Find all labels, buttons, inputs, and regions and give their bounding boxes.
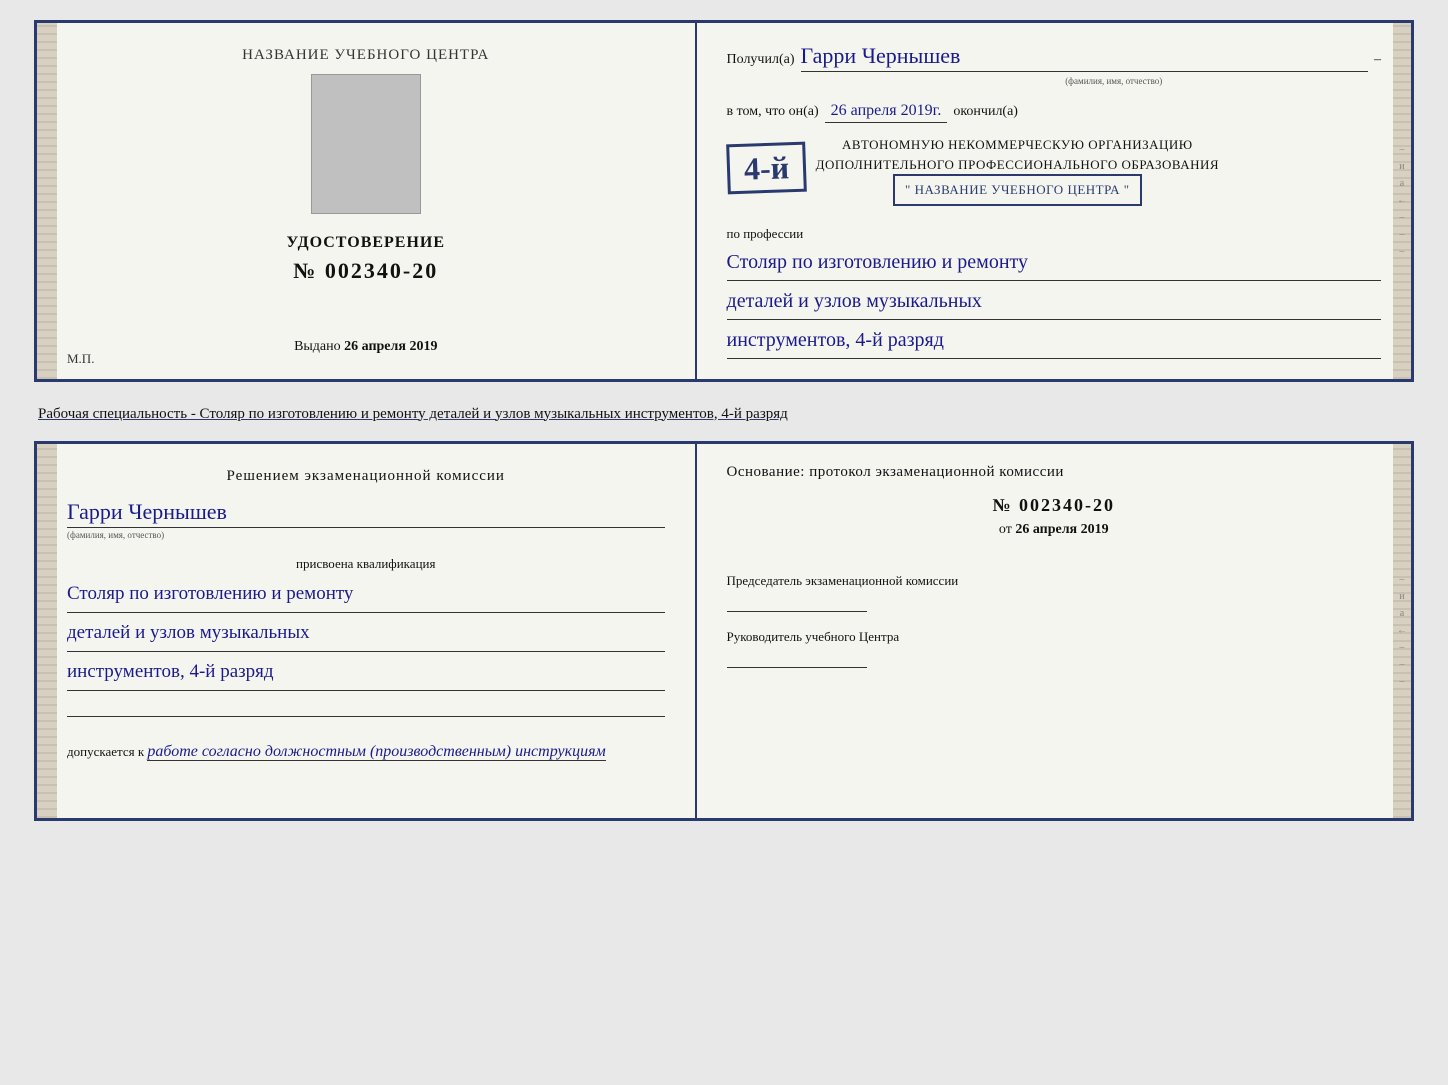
side-char-5: –	[1399, 212, 1404, 223]
grade-banner: 4-й	[726, 142, 807, 195]
allow-prefix: допускается к	[67, 744, 144, 759]
photo-placeholder	[311, 74, 421, 214]
b-side-char-2: и	[1399, 591, 1404, 602]
bottom-right: Основание: протокол экзаменационной коми…	[697, 444, 1411, 818]
qual-line2: деталей и узлов музыкальных	[67, 617, 665, 652]
bottom-name-block: Гарри Чернышев	[67, 499, 665, 528]
b-side-char-6: –	[1399, 659, 1404, 670]
top-cert-left: НАЗВАНИЕ УЧЕБНОГО ЦЕНТРА УДОСТОВЕРЕНИЕ №…	[37, 23, 697, 379]
allow-text-block: допускается к работе согласно должностны…	[67, 743, 665, 761]
side-decoration-right: – и а ← – – –	[1393, 23, 1411, 379]
profession-line3: инструментов, 4-й разряд	[727, 324, 1381, 359]
mp-label: М.П.	[67, 351, 94, 367]
bottom-side-decoration-right: – и а ← – – –	[1393, 444, 1411, 818]
dash1: –	[1374, 52, 1381, 68]
allow-value: работе согласно должностным (производств…	[147, 743, 605, 761]
intom-date: 26 апреля 2019г.	[825, 102, 948, 123]
commission-title: Решением экзаменационной комиссии	[67, 468, 665, 485]
issued-line: Выдано 26 апреля 2019	[294, 339, 437, 355]
top-cert-right: Получил(а) Гарри Чернышев – (фамилия, им…	[697, 23, 1411, 379]
issued-date: 26 апреля 2019	[344, 339, 437, 354]
b-side-char-1: –	[1399, 574, 1404, 585]
side-char-6: –	[1399, 229, 1404, 240]
bottom-certificate: Решением экзаменационной комиссии Гарри …	[34, 441, 1414, 821]
profession-label: по профессии	[727, 226, 1381, 242]
b-side-char-5: –	[1399, 642, 1404, 653]
protocol-date-prefix: от	[999, 522, 1012, 537]
cert-number: № 002340-20	[293, 258, 438, 284]
received-prefix: Получил(а)	[727, 52, 795, 68]
okoncil-text: окончил(а)	[953, 104, 1018, 120]
profession-line2: деталей и узлов музыкальных	[727, 285, 1381, 320]
learning-center-title: НАЗВАНИЕ УЧЕБНОГО ЦЕНТРА	[242, 47, 489, 64]
recipient-name: Гарри Чернышев	[801, 43, 1368, 72]
grade-text: 4-й	[743, 151, 789, 185]
director-block: Руководитель учебного Центра	[727, 628, 1381, 670]
b-side-char-4: ←	[1397, 625, 1407, 636]
assigned-text: присвоена квалификация	[67, 556, 665, 572]
director-signature-line	[727, 652, 867, 668]
qual-line1: Столяр по изготовлению и ремонту	[67, 578, 665, 613]
director-label: Руководитель учебного Центра	[727, 628, 1381, 646]
bottom-name-subtitle: (фамилия, имя, отчество)	[67, 530, 665, 540]
org-line1: АВТОНОМНУЮ НЕКОММЕРЧЕСКУЮ ОРГАНИЗАЦИЮ	[816, 135, 1219, 155]
bottom-recipient-name: Гарри Чернышев	[67, 499, 227, 524]
protocol-date-value: 26 апреля 2019	[1015, 522, 1108, 537]
side-char-3: а	[1400, 178, 1404, 189]
bottom-left: Решением экзаменационной комиссии Гарри …	[37, 444, 697, 818]
intom-line: в том, что он(а) 26 апреля 2019г. окончи…	[727, 102, 1381, 123]
top-certificate: НАЗВАНИЕ УЧЕБНОГО ЦЕНТРА УДОСТОВЕРЕНИЕ №…	[34, 20, 1414, 382]
side-char-4: ←	[1397, 195, 1407, 206]
protocol-number: № 002340-20	[727, 495, 1381, 516]
cert-label: УДОСТОВЕРЕНИЕ	[286, 234, 445, 252]
received-line: Получил(а) Гарри Чернышев –	[727, 43, 1381, 72]
basis-title: Основание: протокол экзаменационной коми…	[727, 464, 1381, 481]
org-line2: ДОПОЛНИТЕЛЬНОГО ПРОФЕССИОНАЛЬНОГО ОБРАЗО…	[816, 155, 1219, 175]
chairman-label: Председатель экзаменационной комиссии	[727, 572, 1381, 590]
side-char-1: –	[1399, 144, 1404, 155]
qual-line3: инструментов, 4-й разряд	[67, 656, 665, 691]
side-char-2: и	[1399, 161, 1404, 172]
chairman-block: Председатель экзаменационной комиссии	[727, 572, 1381, 614]
side-char-7: –	[1399, 246, 1404, 257]
chairman-signature-line	[727, 596, 867, 612]
org-block: АВТОНОМНУЮ НЕКОММЕРЧЕСКУЮ ОРГАНИЗАЦИЮ ДО…	[816, 135, 1219, 206]
name-subtitle-top: (фамилия, имя, отчество)	[847, 76, 1381, 86]
issued-label: Выдано	[294, 339, 341, 354]
protocol-date: от 26 апреля 2019	[727, 522, 1381, 538]
subtitle-text: Рабочая специальность - Столяр по изгото…	[34, 398, 1414, 425]
b-side-char-7: –	[1399, 676, 1404, 687]
profession-line1: Столяр по изготовлению и ремонту	[727, 246, 1381, 281]
b-side-char-3: а	[1400, 608, 1404, 619]
intom-prefix: в том, что он(а)	[727, 104, 819, 120]
org-name: " НАЗВАНИЕ УЧЕБНОГО ЦЕНТРА "	[893, 174, 1142, 206]
